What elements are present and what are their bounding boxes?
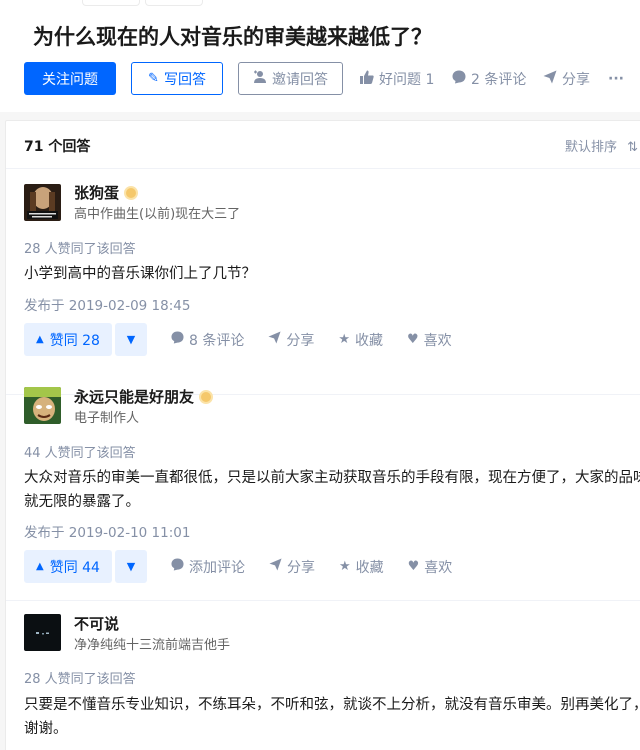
collect-label: 收藏 xyxy=(354,332,383,349)
collect-button[interactable]: ★ 收藏 xyxy=(338,330,383,350)
collect-label: 收藏 xyxy=(355,559,384,576)
publish-date[interactable]: 发布于 2019-02-10 11:01 xyxy=(24,521,190,541)
sort-chevron-icon: ⇅ xyxy=(627,140,639,155)
vote-count-text: 44 人赞同了该回答 xyxy=(24,446,136,461)
question-title: 为什么现在的人对音乐的审美越来越低了？ xyxy=(33,25,432,49)
author-name[interactable]: 不可说 xyxy=(74,613,119,634)
invite-answer-label: 邀请回答 xyxy=(272,71,328,88)
downvote-button[interactable]: ▼ xyxy=(114,550,147,583)
answer-content[interactable]: 只要是不懂音乐专业知识，不练耳朵，不听和弦，就谈不上分析，就没有音乐审美。别再美… xyxy=(24,693,640,741)
thumb-up-icon xyxy=(360,70,374,88)
heart-icon: ♥ xyxy=(407,559,420,574)
author-name-text: 张狗蛋 xyxy=(74,184,120,202)
share-button[interactable]: 分享 xyxy=(269,557,315,577)
write-answer-button[interactable]: ✎ 写回答 xyxy=(131,62,223,95)
answer-item: 张狗蛋 高中作曲生(以前)现在大三了 28 人赞同了该回答 小学到高中的音乐课你… xyxy=(6,169,640,395)
author-name-text: 永远只能是好朋友 xyxy=(74,388,195,406)
answer-content[interactable]: 大众对音乐的审美一直都很低，只是以前大家主动获取音乐的手段有限，现在方便了，大家… xyxy=(24,466,640,514)
like-button[interactable]: ♥ 喜欢 xyxy=(408,557,453,577)
comment-bubble-icon xyxy=(452,70,466,88)
answer-content[interactable]: 小学到高中的音乐课你们上了几节？ xyxy=(24,262,640,286)
upvote-button[interactable]: ▲ 赞同 44 xyxy=(24,550,112,583)
list-header: 71 个回答 默认排序 ⇅ xyxy=(6,121,640,169)
answer-actions: ▲ 赞同 28 ▼ 8 条评论 分享 ★ 收藏 ♥ 喜欢 xyxy=(24,323,452,356)
answer-item: 永远只能是好朋友 电子制作人 44 人赞同了该回答 大众对音乐的审美一直都很低，… xyxy=(6,374,640,601)
like-label: 喜欢 xyxy=(424,559,453,576)
star-icon: ★ xyxy=(338,559,351,574)
author-headline: 电子制作人 xyxy=(74,411,140,426)
comment-button[interactable]: 8 条评论 xyxy=(171,330,244,350)
add-person-icon xyxy=(253,70,267,87)
vote-count-text: 28 人赞同了该回答 xyxy=(24,672,136,687)
vote-count-text: 28 人赞同了该回答 xyxy=(24,242,136,257)
downvote-triangle-icon: ▼ xyxy=(126,560,136,573)
downvote-triangle-icon: ▼ xyxy=(126,333,136,346)
comment-label: 8 条评论 xyxy=(188,332,245,349)
top-tab xyxy=(145,0,203,6)
pen-icon: ✎ xyxy=(148,71,159,86)
avatar[interactable] xyxy=(24,614,61,651)
upvote-triangle-icon: ▲ xyxy=(36,334,44,345)
share-button[interactable]: 分享 xyxy=(268,330,314,350)
comment-button[interactable]: 添加评论 xyxy=(171,557,245,577)
avatar[interactable] xyxy=(24,387,61,424)
downvote-button[interactable]: ▼ xyxy=(114,323,147,356)
answer-item: 不可说 净净纯纯十三流前端吉他手 28 人赞同了该回答 只要是不懂音乐专业知识，… xyxy=(6,601,640,750)
upvote-button[interactable]: ▲ 赞同 28 xyxy=(24,323,112,356)
answer-actions: ▲ 赞同 44 ▼ 添加评论 分享 ★ 收藏 ♥ 喜欢 xyxy=(24,550,452,583)
paper-plane-icon xyxy=(543,70,557,88)
follow-question-button[interactable]: 关注问题 xyxy=(24,62,116,95)
heart-icon: ♥ xyxy=(406,332,419,347)
write-answer-label: 写回答 xyxy=(163,71,206,88)
content-line: 大众对音乐的审美一直都很低，只是以前大家主动获取音乐的手段有限，现在方便了，大家… xyxy=(24,470,640,486)
avatar[interactable] xyxy=(24,184,61,221)
top-tab xyxy=(82,0,140,6)
sort-dropdown[interactable]: 默认排序 ⇅ xyxy=(565,136,638,155)
comment-label: 添加评论 xyxy=(188,559,245,576)
author-name[interactable]: 张狗蛋 xyxy=(74,182,139,203)
upvote-label: 赞同 44 xyxy=(49,559,100,576)
like-label: 喜欢 xyxy=(423,332,452,349)
good-question-button[interactable]: 好问题 1 xyxy=(360,62,434,95)
author-name-text: 不可说 xyxy=(74,615,120,633)
content-line: 只要是不懂音乐专业知识，不练耳朵，不听和弦，就谈不上分析，就没有音乐审美。别再美… xyxy=(24,697,640,713)
content-line: 谢谢。 xyxy=(24,721,68,737)
star-icon: ★ xyxy=(338,332,350,347)
badge-icon xyxy=(124,185,139,200)
badge-icon xyxy=(199,389,214,404)
invite-answer-button[interactable]: 邀请回答 xyxy=(238,62,343,95)
author-name[interactable]: 永远只能是好朋友 xyxy=(74,386,214,407)
like-button[interactable]: ♥ 喜欢 xyxy=(407,330,452,350)
sort-label: 默认排序 xyxy=(565,140,618,155)
upvote-triangle-icon: ▲ xyxy=(36,561,44,572)
question-share-button[interactable]: 分享 xyxy=(543,62,590,95)
good-question-label: 好问题 1 xyxy=(379,71,435,88)
comment-bubble-icon xyxy=(171,331,184,348)
question-comments-button[interactable]: 2 条评论 xyxy=(452,62,526,95)
question-comments-label: 2 条评论 xyxy=(471,71,527,88)
collect-button[interactable]: ★ 收藏 xyxy=(339,557,384,577)
question-header: 为什么现在的人对音乐的审美越来越低了？ 关注问题 ✎ 写回答 邀请回答 好问题 … xyxy=(0,0,640,112)
paper-plane-icon xyxy=(269,558,282,575)
share-label: 分享 xyxy=(286,332,315,349)
answer-list: 71 个回答 默认排序 ⇅ 张狗蛋 高中作曲生(以前)现在大三了 28 人赞同了… xyxy=(5,120,640,750)
publish-date[interactable]: 发布于 2019-02-09 18:45 xyxy=(24,294,190,314)
paper-plane-icon xyxy=(268,331,281,348)
content-line: 就无限的暴露了。 xyxy=(24,494,140,510)
share-label: 分享 xyxy=(286,559,315,576)
author-headline: 高中作曲生(以前)现在大三了 xyxy=(74,207,241,222)
more-icon: ··· xyxy=(608,70,624,87)
author-headline: 净净纯纯十三流前端吉他手 xyxy=(74,638,231,653)
upvote-label: 赞同 28 xyxy=(49,332,100,349)
more-options-button[interactable]: ··· xyxy=(608,62,624,95)
answer-count: 71 个回答 xyxy=(24,139,91,155)
follow-question-label: 关注问题 xyxy=(42,71,98,88)
comment-bubble-icon xyxy=(171,558,184,575)
question-share-label: 分享 xyxy=(562,71,590,88)
